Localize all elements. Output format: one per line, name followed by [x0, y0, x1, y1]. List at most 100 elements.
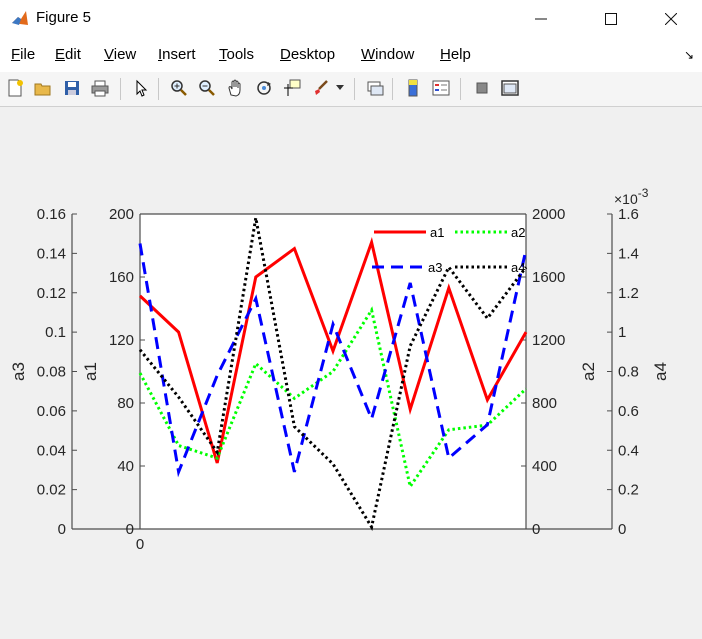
legend-icon	[432, 80, 450, 96]
dock-figure-icon	[501, 80, 519, 96]
legend-button[interactable]	[430, 77, 452, 99]
menu-insert[interactable]: Insert	[158, 46, 196, 63]
a3-tick-label: 0.08	[37, 364, 66, 381]
legend-label-a1: a1	[430, 225, 444, 240]
figure-toolbar	[0, 72, 702, 107]
close-button[interactable]	[648, 0, 694, 38]
legend-label-a2: a2	[511, 225, 525, 240]
a2-tick-label: 800	[532, 395, 557, 412]
minimize-icon	[535, 18, 547, 20]
toolbar-separator	[120, 78, 121, 100]
brush-icon	[315, 80, 328, 95]
open-file-icon	[34, 83, 51, 96]
a2-tick-label: 400	[532, 458, 557, 475]
dock-figure-button[interactable]	[499, 77, 521, 99]
window-title: Figure 5	[36, 9, 92, 26]
toolbar-separator	[460, 78, 461, 100]
new-figure-button[interactable]	[4, 77, 26, 99]
open-file-button[interactable]	[32, 77, 54, 99]
a2-tick-label: 0	[532, 521, 540, 538]
zoom-in-icon	[171, 80, 187, 96]
chevron-down-icon	[336, 85, 344, 90]
a1-tick-label: 40	[117, 458, 134, 475]
toolbar-separator	[392, 78, 393, 100]
data-cursor-icon	[284, 79, 301, 96]
toolbar-separator	[158, 78, 159, 100]
rotate-3d-button[interactable]	[253, 77, 275, 99]
data-cursor-button[interactable]	[281, 77, 303, 99]
a4-tick-label: 0.4	[618, 442, 639, 459]
hide-tools-button[interactable]	[471, 77, 493, 99]
a4-axis-label: a4	[651, 362, 670, 381]
matlab-logo-icon	[12, 11, 28, 25]
a4-tick-label: 0.6	[618, 403, 639, 420]
brush-button[interactable]	[310, 77, 332, 99]
select-button[interactable]	[130, 77, 152, 99]
a4-tick-label: 1.4	[618, 245, 639, 262]
link-plot-icon	[367, 81, 384, 96]
save-button[interactable]	[61, 77, 83, 99]
menu-help[interactable]: Help	[440, 46, 471, 63]
chart[interactable]: 04080120160200040080012001600200000.020.…	[0, 107, 702, 634]
legend-label-a4: a4	[511, 260, 525, 275]
a1-tick-label: 200	[109, 206, 134, 223]
select-arrow-icon	[136, 79, 148, 97]
a3-tick-label: 0	[58, 521, 66, 538]
a3-tick-label: 0.06	[37, 403, 66, 420]
title-bar: Figure 5	[0, 0, 702, 39]
zoom-out-icon	[199, 80, 215, 96]
menu-desktop[interactable]: Desktop	[280, 46, 335, 63]
a4-tick-label: 1.2	[618, 285, 639, 302]
a2-tick-label: 1600	[532, 269, 565, 286]
a3-tick-label: 0.02	[37, 482, 66, 499]
menu-view[interactable]: View	[104, 46, 136, 63]
figure-canvas: 0 40 80 120 160 200 0 400 800 1200 1600 2000 0 0.02 0.…	[0, 107, 702, 634]
maximize-icon	[605, 13, 617, 25]
a3-tick-label: 0.16	[37, 206, 66, 223]
menu-file[interactable]: File	[11, 46, 35, 63]
brush-dropdown[interactable]	[334, 77, 346, 99]
a1-axis-label: a1	[81, 362, 100, 381]
menu-window[interactable]: Window	[361, 46, 414, 63]
a3-tick-label: 0.1	[45, 324, 66, 341]
a3-axis-label: a3	[9, 362, 28, 381]
print-icon	[91, 80, 109, 97]
a1-tick-label: 120	[109, 332, 134, 349]
colorbar-icon	[408, 79, 418, 97]
a3-tick-label: 0.04	[37, 442, 66, 459]
a2-axis-label: a2	[579, 362, 598, 381]
rotate-3d-icon	[257, 81, 271, 95]
a2-tick-label: 1200	[532, 332, 565, 349]
link-plot-button[interactable]	[364, 77, 386, 99]
toolbar-separator	[354, 78, 355, 100]
a4-tick-label: 0.2	[618, 482, 639, 499]
a4-tick-label: 0	[618, 521, 626, 538]
a3-tick-label: 0.12	[37, 285, 66, 302]
hide-tools-icon	[476, 82, 488, 94]
plot-area	[140, 214, 526, 529]
minimize-button[interactable]	[518, 0, 564, 38]
print-button[interactable]	[89, 77, 111, 99]
zoom-out-button[interactable]	[196, 77, 218, 99]
x-tick-label: 0	[136, 536, 144, 553]
a2-tick-label: 2000	[532, 206, 565, 223]
new-figure-icon	[8, 79, 23, 97]
save-icon	[65, 81, 79, 95]
a1-tick-label: 160	[109, 269, 134, 286]
zoom-in-button[interactable]	[168, 77, 190, 99]
menu-edit[interactable]: Edit	[55, 46, 81, 63]
menu-tools[interactable]: Tools	[219, 46, 254, 63]
menu-bar: File Edit View Insert Tools Desktop Wind…	[0, 38, 702, 73]
a3-tick-label: 0.14	[37, 245, 66, 262]
a1-tick-label: 80	[117, 395, 134, 412]
maximize-button[interactable]	[588, 0, 634, 38]
legend-label-a3: a3	[428, 260, 442, 275]
a4-tick-label: 0.8	[618, 364, 639, 381]
pan-button[interactable]	[224, 77, 246, 99]
a4-tick-label: 1.6	[618, 206, 639, 223]
a4-tick-label: 1	[618, 324, 626, 341]
menu-overflow-icon[interactable]: ↘	[684, 48, 694, 62]
a1-tick-label: 0	[126, 521, 134, 538]
pan-hand-icon	[228, 79, 241, 97]
colorbar-button[interactable]	[402, 77, 424, 99]
